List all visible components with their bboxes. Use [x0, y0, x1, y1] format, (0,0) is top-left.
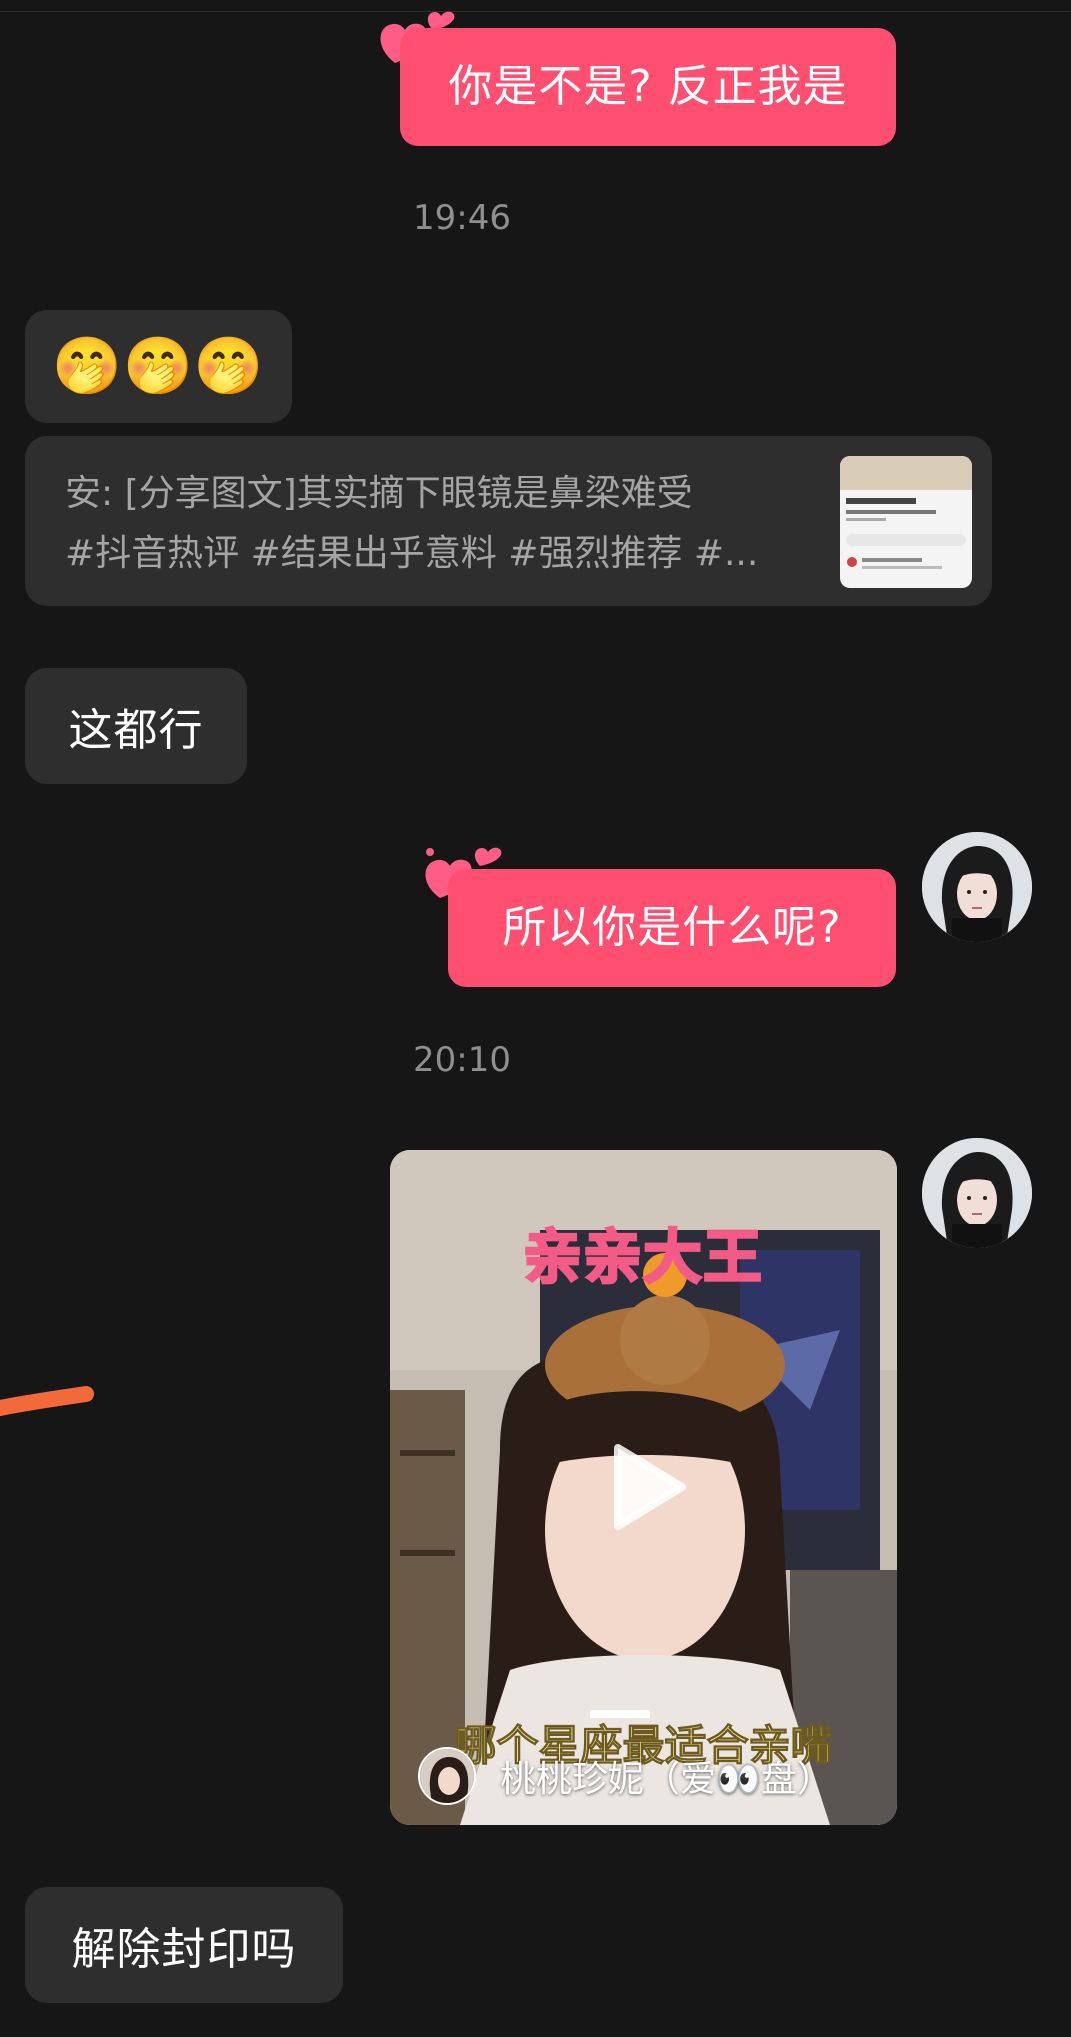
thumbnail-image [840, 456, 972, 569]
video-author-avatar[interactable] [418, 1747, 476, 1805]
message-text: 所以你是什么呢? [502, 902, 842, 953]
timestamp: 20:10 [413, 1040, 511, 1080]
message-text: 解除封印吗 [71, 1924, 297, 1975]
timestamp: 19:46 [413, 198, 511, 238]
top-divider [0, 0, 1071, 12]
outgoing-message-bubble[interactable]: 所以你是什么呢? [448, 869, 896, 987]
emoji-message: 🤭🤭🤭 [52, 333, 265, 399]
incoming-message-bubble[interactable]: 解除封印吗 [25, 1887, 343, 2003]
shared-post-tags: #抖音热评 #结果出乎意料 #强烈推荐 #... [65, 533, 759, 574]
message-text: 你是不是? 反正我是 [448, 61, 848, 112]
avatar[interactable] [922, 832, 1032, 942]
shared-post-title: 安: [分享图文]其实摘下眼镜是鼻梁难受 [65, 473, 693, 514]
shared-post-text: 安: [分享图文]其实摘下眼镜是鼻梁难受 #抖音热评 #结果出乎意料 #强烈推荐… [65, 464, 825, 584]
video-author-name[interactable]: 桃桃珍妮（爱👀盘） [500, 1750, 833, 1802]
incoming-message-bubble[interactable]: 🤭🤭🤭 [25, 310, 292, 423]
play-icon[interactable] [608, 1442, 688, 1532]
avatar-image [922, 832, 1032, 942]
avatar-image [922, 1138, 1032, 1248]
shared-post-thumbnail [840, 456, 972, 588]
scribble-mark [0, 1386, 94, 1416]
shared-post-card[interactable]: 安: [分享图文]其实摘下眼镜是鼻梁难受 #抖音热评 #结果出乎意料 #强烈推荐… [25, 436, 992, 606]
shared-video-card[interactable]: 亲亲大王 哪个星座最适合亲嘴 桃桃珍妮（爱👀盘） [390, 1150, 897, 1825]
incoming-message-bubble[interactable]: 这都行 [25, 668, 247, 784]
message-text: 这都行 [68, 705, 204, 756]
video-title-overlay: 亲亲大王 [522, 1222, 764, 1293]
avatar[interactable] [922, 1138, 1032, 1248]
outgoing-message-bubble[interactable]: 你是不是? 反正我是 [400, 28, 896, 146]
